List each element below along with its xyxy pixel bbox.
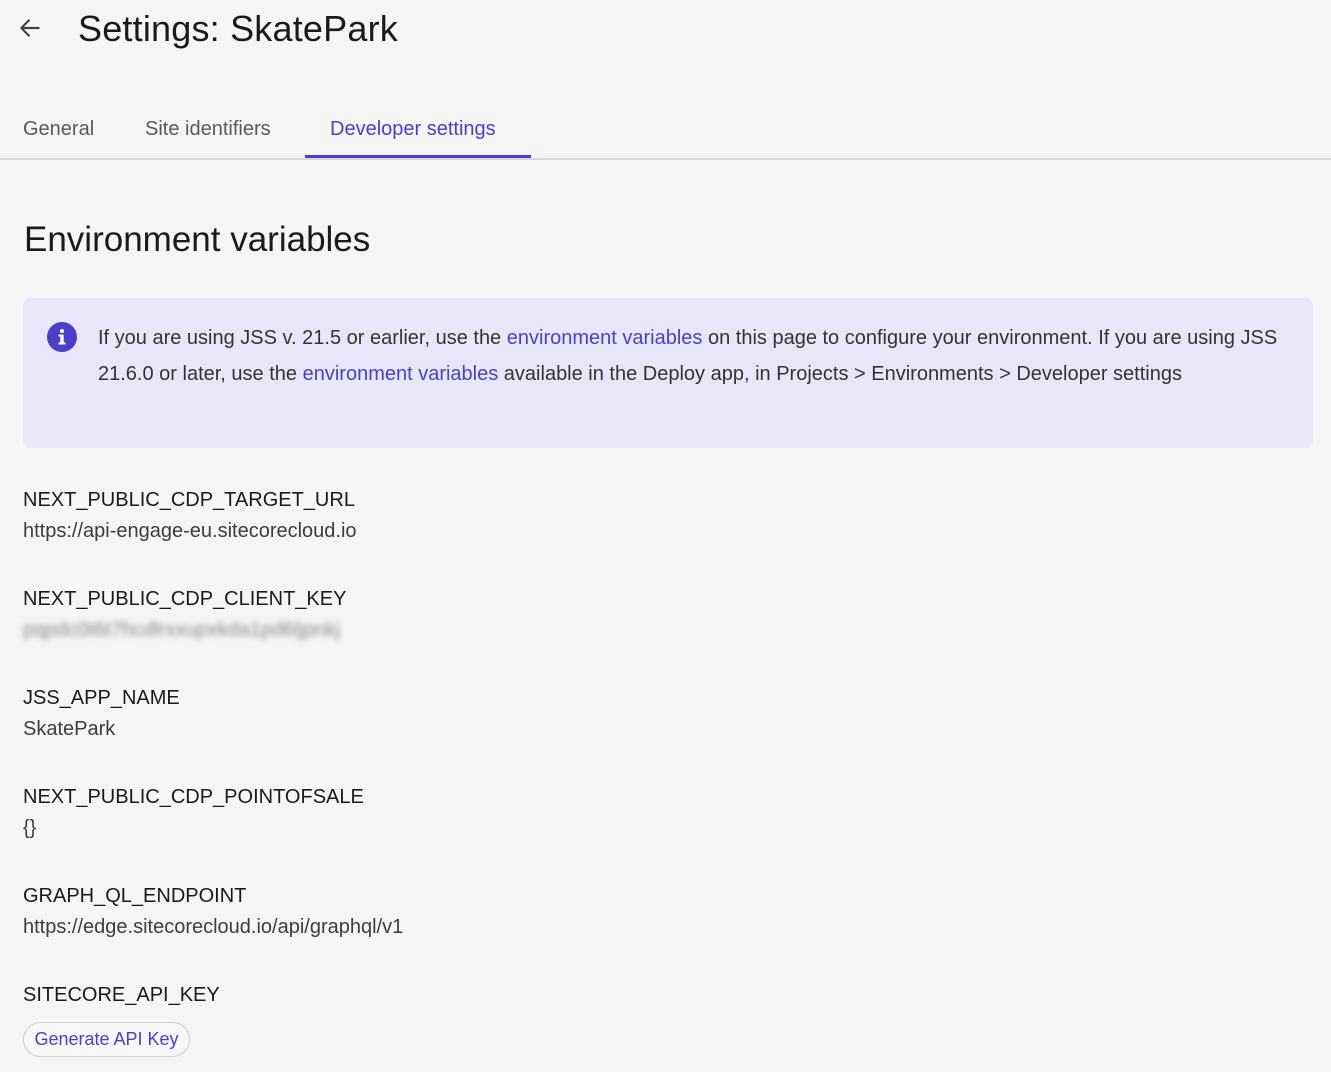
info-text-part-3: available in the Deploy app, in Projects… bbox=[498, 363, 1182, 385]
environment-variables-link-1[interactable]: environment variables bbox=[507, 327, 703, 349]
page-title: Settings: SkatePark bbox=[78, 8, 398, 49]
tab-developer-settings[interactable]: Developer settings bbox=[330, 100, 496, 158]
env-var-jss-app-name: JSS_APP_NAME SkatePark bbox=[23, 685, 180, 742]
tab-general[interactable]: General bbox=[23, 100, 94, 158]
env-var-name: JSS_APP_NAME bbox=[23, 687, 180, 709]
env-var-name: GRAPH_QL_ENDPOINT bbox=[23, 885, 247, 907]
settings-page: Settings: SkatePark General Site identif… bbox=[0, 0, 1331, 1072]
back-button[interactable] bbox=[14, 12, 46, 44]
env-var-cdp-target-url: NEXT_PUBLIC_CDP_TARGET_URL https://api-e… bbox=[23, 487, 357, 544]
env-var-name: NEXT_PUBLIC_CDP_POINTOFSALE bbox=[23, 786, 364, 808]
env-var-name: SITECORE_API_KEY bbox=[23, 984, 220, 1006]
info-text-part-1: If you are using JSS v. 21.5 or earlier,… bbox=[98, 327, 507, 349]
env-var-name: NEXT_PUBLIC_CDP_TARGET_URL bbox=[23, 489, 355, 511]
env-var-name: NEXT_PUBLIC_CDP_CLIENT_KEY bbox=[23, 588, 347, 610]
env-var-sitecore-api-key: SITECORE_API_KEY bbox=[23, 982, 220, 1008]
env-var-value: https://api-engage-eu.sitecorecloud.io bbox=[23, 520, 357, 542]
env-var-value: {} bbox=[23, 817, 37, 839]
env-var-value: SkatePark bbox=[23, 718, 116, 740]
env-var-cdp-pointofsale: NEXT_PUBLIC_CDP_POINTOFSALE {} bbox=[23, 784, 364, 841]
env-var-graphql-endpoint: GRAPH_QL_ENDPOINT https://edge.sitecorec… bbox=[23, 883, 403, 940]
tab-bar: General Site identifiers Developer setti… bbox=[0, 100, 1331, 160]
info-text: If you are using JSS v. 21.5 or earlier,… bbox=[98, 320, 1278, 392]
arrow-left-icon bbox=[20, 19, 40, 37]
active-tab-indicator bbox=[305, 155, 531, 158]
info-icon bbox=[47, 322, 77, 352]
generate-api-key-button[interactable]: Generate API Key bbox=[23, 1022, 190, 1057]
info-banner: If you are using JSS v. 21.5 or earlier,… bbox=[23, 298, 1313, 448]
env-var-cdp-client-key: NEXT_PUBLIC_CDP_CLIENT_KEY pqpdc0t6t7hcd… bbox=[23, 586, 346, 643]
env-var-value: https://edge.sitecorecloud.io/api/graphq… bbox=[23, 916, 404, 938]
page-header: Settings: SkatePark bbox=[0, 0, 1331, 64]
environment-variables-link-2[interactable]: environment variables bbox=[303, 363, 499, 385]
env-var-value-masked: pqpdc0t6t7hcdlrxxupxkda1pd6ljpnkj bbox=[23, 619, 340, 641]
section-title: Environment variables bbox=[24, 220, 371, 259]
info-glyph bbox=[58, 329, 66, 345]
tab-site-identifiers[interactable]: Site identifiers bbox=[145, 100, 271, 158]
